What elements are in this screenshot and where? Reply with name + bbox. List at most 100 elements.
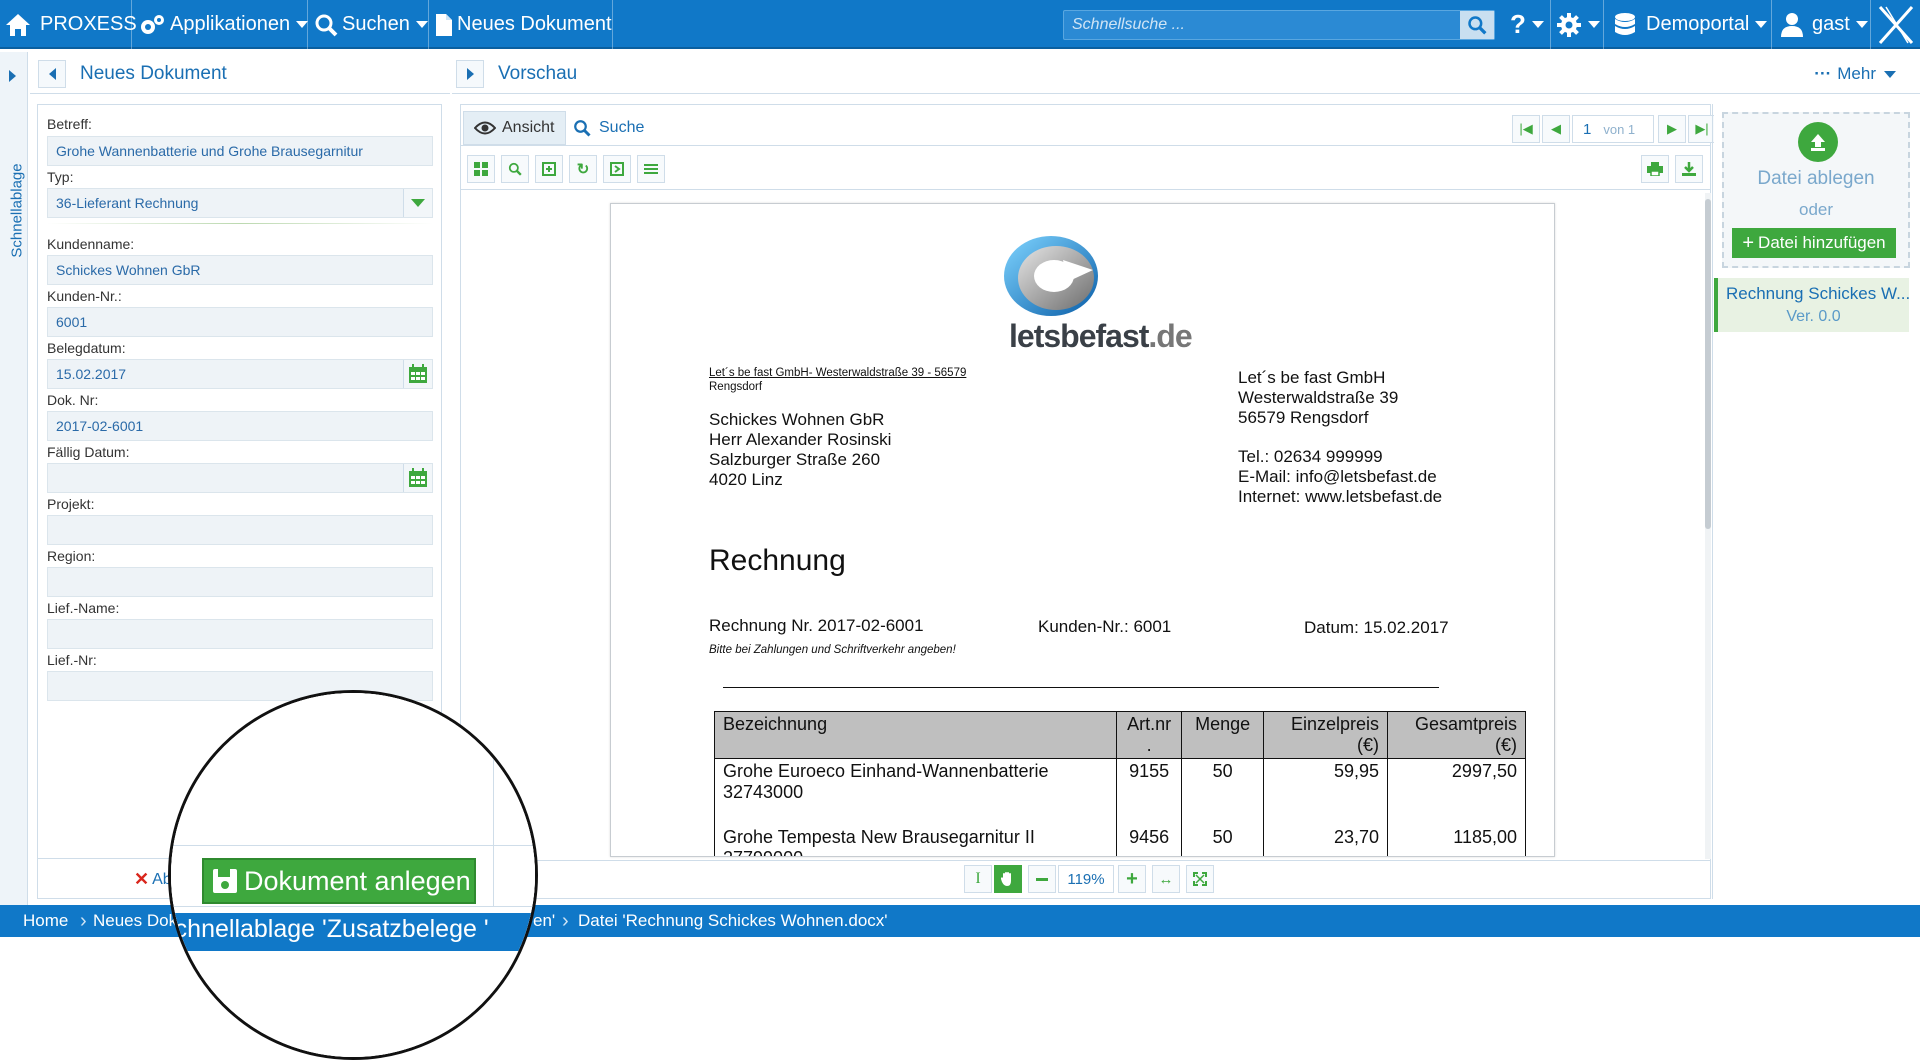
type-select[interactable]: 36-Lieferant Rechnung	[47, 188, 433, 218]
subject-label: Betreff:	[47, 116, 92, 132]
row-quantity: 50	[1212, 826, 1233, 847]
customer-name-field[interactable]: Schickes Wohnen GbR	[47, 255, 433, 285]
chevron-left-icon	[48, 67, 56, 80]
expand-left-panel-button[interactable]	[456, 59, 484, 88]
help-menu[interactable]: ?	[1510, 0, 1544, 49]
document-number-label: Dok. Nr:	[47, 392, 99, 408]
breadcrumb-home[interactable]: Home	[23, 905, 68, 937]
breadcrumb-filing[interactable]: en'	[533, 905, 555, 937]
home-menu[interactable]: PROXESS	[4, 0, 137, 49]
document-number-field[interactable]: 2017-02-6001	[47, 411, 433, 441]
recipient-line-2: Herr Alexander Rosinski	[709, 430, 892, 449]
fit-width-button[interactable]: ↔	[1152, 865, 1180, 893]
row-unit-price: 59,95	[1333, 761, 1380, 781]
fit-page-button[interactable]	[535, 155, 563, 183]
tab-search-label: Suche	[599, 119, 645, 136]
zoom-in-button[interactable]: +	[1118, 865, 1146, 893]
last-page-icon: ▶|	[1695, 121, 1709, 136]
invoice-heading: Rechnung	[709, 544, 846, 577]
row-total: 2997,50	[1451, 761, 1517, 781]
row-total: 1185,00	[1453, 826, 1517, 847]
breadcrumb-file[interactable]: Datei 'Rechnung Schickes Wohnen.docx'	[578, 905, 888, 937]
quicksearch-button[interactable]	[1460, 11, 1494, 39]
document-page: letsbefast.de Let´s be fast GmbH- Wester…	[610, 203, 1555, 857]
chevron-down-icon	[1588, 21, 1600, 28]
region-field[interactable]	[47, 567, 433, 597]
row-article: 9155	[1129, 761, 1170, 781]
breadcrumb-new-document[interactable]: Neues Dok	[93, 905, 177, 937]
new-document-menu[interactable]: Neues Dokument	[435, 0, 612, 49]
zoom-tool-button[interactable]	[501, 155, 529, 183]
download-button[interactable]	[1675, 155, 1703, 183]
export-button[interactable]	[603, 155, 631, 183]
collapse-left-panel-button[interactable]	[38, 59, 66, 88]
scrollbar-thumb[interactable]	[1705, 199, 1711, 529]
first-page-button[interactable]: |◀	[1512, 115, 1540, 143]
zoom-level[interactable]: 119%	[1058, 865, 1114, 893]
drop-label: Datei ablegen	[1757, 168, 1875, 189]
viewer-scrollbar[interactable]	[1705, 193, 1711, 859]
thumbnails-button[interactable]	[467, 155, 495, 183]
type-label: Typ:	[47, 169, 74, 185]
annotations-button[interactable]	[637, 155, 665, 183]
applications-label: Applikationen	[170, 13, 291, 35]
col-article: Art.nr	[1127, 714, 1172, 734]
home-icon	[4, 12, 32, 38]
add-file-button[interactable]: + Datei hinzufügen	[1732, 228, 1896, 258]
settings-menu[interactable]	[1556, 0, 1600, 49]
prev-page-button[interactable]: ◀	[1542, 115, 1570, 143]
row-desc-2: 32743000	[723, 782, 804, 802]
calendar-icon	[408, 468, 428, 488]
items-table-header: Bezeichnung Art.nr. Menge Einzelpreis (€)…	[713, 711, 1526, 759]
or-label: oder	[1798, 200, 1834, 219]
cancel-button[interactable]: ✕ Ab	[134, 869, 172, 890]
file-drop-zone[interactable]: Datei ablegen oder + Datei hinzufügen	[1722, 112, 1910, 268]
col-unit-price: Einzelpreis	[1290, 714, 1380, 734]
col-unit-price-sub: (€)	[1357, 735, 1380, 755]
document-date-field[interactable]: 15.02.2017	[47, 359, 433, 389]
due-date-field[interactable]	[47, 463, 433, 493]
magnified-create-document-button[interactable]: Dokument anlegen	[202, 858, 476, 904]
chevron-right-icon[interactable]	[9, 70, 16, 82]
page-indicator[interactable]: 1 von 1	[1572, 115, 1654, 143]
previous-icon: ◀	[1551, 121, 1561, 136]
print-button[interactable]	[1641, 155, 1669, 183]
more-menu[interactable]: ··· Mehr	[1814, 64, 1896, 84]
subject-field[interactable]: Grohe Wannenbatterie und Grohe Brausegar…	[47, 136, 433, 166]
breadcrumb-separator: ›	[562, 909, 569, 932]
supplier-name-field[interactable]	[47, 619, 433, 649]
rotate-button[interactable]: ↻	[569, 155, 597, 183]
applications-menu[interactable]: Applikationen	[138, 0, 309, 49]
text-select-tool[interactable]: I	[964, 865, 992, 893]
quicksearch-input[interactable]	[1064, 11, 1459, 39]
project-field[interactable]	[47, 515, 433, 545]
document-icon	[435, 13, 453, 37]
due-date-picker-button[interactable]	[403, 464, 432, 492]
document-date-value: 15.02.2017	[56, 366, 127, 382]
tab-search[interactable]: Suche	[573, 111, 644, 145]
quick-filing-rail[interactable]: Schnellablage	[0, 52, 28, 905]
tab-view[interactable]: Ansicht	[463, 111, 566, 145]
fullscreen-button[interactable]	[1186, 865, 1214, 893]
chevron-down-icon	[1531, 21, 1544, 28]
next-icon: ▶	[1667, 121, 1677, 136]
help-icon: ?	[1510, 9, 1526, 39]
preview-title: Vorschau	[498, 62, 578, 84]
attached-file-item[interactable]: Rechnung Schickes W... Ver. 0.0	[1714, 278, 1910, 332]
search-menu[interactable]: Suchen	[314, 0, 428, 49]
next-page-button[interactable]: ▶	[1658, 115, 1686, 143]
more-label: Mehr	[1837, 64, 1876, 83]
customer-number-field[interactable]: 6001	[47, 307, 433, 337]
user-menu[interactable]: gast	[1780, 0, 1868, 49]
row-desc-2: 27799000	[723, 848, 1108, 857]
pan-tool[interactable]	[994, 865, 1022, 893]
logo-text-main: letsbefast	[1009, 318, 1149, 354]
fullscreen-icon	[1193, 872, 1207, 886]
row-quantity: 50	[1212, 761, 1233, 781]
user-label: gast	[1812, 13, 1850, 35]
portal-menu[interactable]: Demoportal	[1614, 0, 1768, 49]
document-date-picker-button[interactable]	[403, 360, 432, 388]
zoom-out-button[interactable]	[1028, 865, 1056, 893]
search-label: Suchen	[342, 13, 410, 35]
type-dropdown-button[interactable]	[403, 189, 432, 217]
